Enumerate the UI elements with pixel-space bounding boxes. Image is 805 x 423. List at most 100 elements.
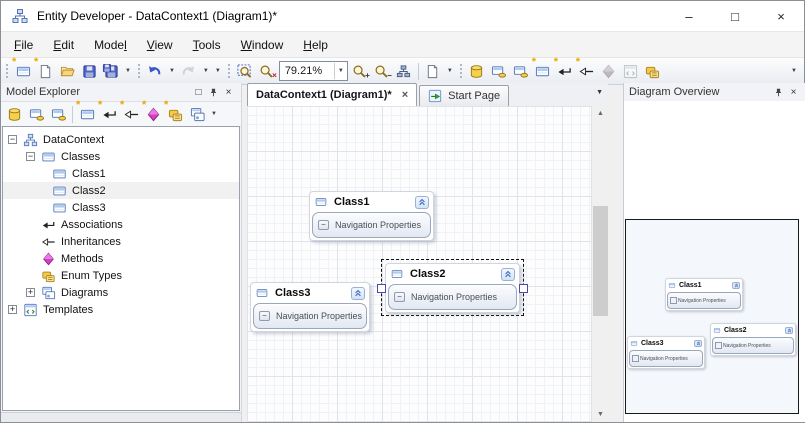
resize-handle-left[interactable] — [377, 284, 386, 293]
undo-dropdown-icon[interactable]: ▼ — [166, 61, 178, 81]
menu-file[interactable]: File — [4, 34, 43, 56]
tab-start-page[interactable]: Start Page — [419, 85, 509, 106]
menu-window[interactable]: Window — [231, 34, 294, 56]
navigation-properties-section[interactable]: − Navigation Properties — [388, 284, 517, 310]
edit-group-overflow-icon[interactable]: ▼ — [212, 61, 224, 81]
overview-content[interactable]: Class1 Navigation Properties Class2 Navi… — [624, 101, 805, 422]
tree-item-classes[interactable]: − Classes — [3, 148, 239, 165]
tree-item-methods[interactable]: Methods — [3, 250, 239, 267]
zoom-cancel-button[interactable]: × — [256, 61, 278, 81]
entity-class2[interactable]: Class2 − Navigation Properties — [385, 263, 520, 313]
tree-item-datacontext[interactable]: − DataContext — [3, 131, 239, 148]
new-inheritance-button[interactable]: * — [120, 104, 142, 124]
diagram-canvas[interactable]: Class1 − Navigation Properties Class2 — [247, 106, 591, 422]
start-page-icon — [428, 89, 442, 103]
entity-class2-selection[interactable]: Class2 − Navigation Properties — [381, 259, 524, 316]
tree-item-class1[interactable]: Class1 — [3, 165, 239, 182]
tab-datacontext1-diagram1[interactable]: DataContext1 (Diagram1)* × — [247, 83, 417, 106]
new-enum-type-button[interactable]: * — [164, 104, 186, 124]
expander-icon[interactable]: + — [26, 288, 35, 297]
menu-model[interactable]: Model — [84, 34, 137, 56]
tab-list-dropdown-icon[interactable]: ▼ — [596, 89, 603, 96]
class-icon — [51, 167, 67, 181]
expander-icon[interactable]: + — [8, 305, 17, 314]
new-association-button[interactable]: * — [554, 61, 576, 81]
menu-help[interactable]: Help — [293, 34, 338, 56]
explorer-toolbar-dropdown-icon[interactable]: ▼ — [208, 104, 220, 124]
undo-button[interactable] — [144, 61, 166, 81]
collapse-button[interactable] — [415, 196, 429, 209]
save-button[interactable] — [78, 61, 100, 81]
navigation-properties-section[interactable]: − Navigation Properties — [253, 303, 367, 329]
panel-close-button[interactable]: × — [786, 85, 801, 99]
overview-viewport-rect[interactable] — [625, 219, 799, 414]
update-database-from-model-button[interactable] — [25, 104, 47, 124]
vertical-scrollbar[interactable]: ▲ ▼ — [591, 106, 609, 422]
expander-icon[interactable]: − — [26, 152, 35, 161]
new-association-button[interactable]: * — [98, 104, 120, 124]
collapse-button[interactable] — [351, 287, 365, 300]
zoom-combo-dropdown-icon[interactable]: ▼ — [334, 63, 347, 79]
new-method-button[interactable]: * — [142, 104, 164, 124]
collapse-section-icon[interactable]: − — [318, 220, 329, 230]
update-database-from-model-button[interactable] — [488, 61, 510, 81]
tree-item-class2[interactable]: Class2 — [3, 182, 239, 199]
auto-layout-button[interactable] — [393, 61, 415, 81]
scroll-down-icon[interactable]: ▼ — [592, 407, 609, 422]
tree-item-enum-types[interactable]: Enum Types — [3, 267, 239, 284]
zoom-group-dropdown-icon[interactable]: ▼ — [444, 61, 456, 81]
redo-dropdown-icon[interactable]: ▼ — [200, 61, 212, 81]
new-inheritance-button[interactable]: * — [576, 61, 598, 81]
entity-class1[interactable]: Class1 − Navigation Properties — [309, 191, 434, 241]
scroll-up-icon[interactable]: ▲ — [592, 106, 609, 121]
new-model-from-database-button[interactable]: * — [34, 61, 56, 81]
generate-database-script-button[interactable] — [47, 104, 69, 124]
zoom-out-button[interactable]: − — [371, 61, 393, 81]
navigation-properties-section[interactable]: − Navigation Properties — [312, 212, 431, 238]
page-setup-button[interactable] — [422, 61, 444, 81]
section-label: Navigation Properties — [335, 220, 421, 230]
model-group-overflow-icon[interactable]: ▼ — [788, 61, 800, 81]
expander-icon[interactable]: − — [8, 135, 17, 144]
tree-item-class3[interactable]: Class3 — [3, 199, 239, 216]
toolbar-grip[interactable] — [227, 63, 231, 79]
entity-class3[interactable]: Class3 − Navigation Properties — [250, 282, 370, 332]
generate-database-script-button[interactable] — [510, 61, 532, 81]
tree-item-diagrams[interactable]: + Diagrams — [3, 284, 239, 301]
update-from-database-button[interactable] — [3, 104, 25, 124]
collapse-section-icon[interactable]: − — [259, 311, 270, 321]
maximize-button[interactable]: □ — [712, 1, 758, 31]
tree-item-inheritances[interactable]: Inheritances — [3, 233, 239, 250]
panel-close-button[interactable]: × — [221, 85, 236, 99]
zoom-region-button[interactable] — [234, 61, 256, 81]
zoom-level-combo[interactable]: 79.21% ▼ — [279, 61, 348, 81]
menu-tools[interactable]: Tools — [183, 34, 231, 56]
close-button[interactable]: × — [758, 1, 804, 31]
zoom-in-button[interactable]: + — [349, 61, 371, 81]
new-enum-type-button[interactable] — [642, 61, 664, 81]
toolbar-grip[interactable] — [137, 63, 141, 79]
toolbar-grip[interactable] — [5, 63, 9, 79]
menu-edit[interactable]: Edit — [43, 34, 84, 56]
minimize-button[interactable]: – — [666, 1, 712, 31]
toolbar-grip[interactable] — [459, 63, 463, 79]
panel-pin-button[interactable] — [206, 85, 221, 99]
diagrams-button[interactable] — [186, 104, 208, 124]
open-model-button[interactable] — [56, 61, 78, 81]
panel-pin-button[interactable] — [771, 85, 786, 99]
file-group-dropdown-icon[interactable]: ▼ — [122, 61, 134, 81]
new-model-button[interactable]: * — [12, 61, 34, 81]
tree-item-templates[interactable]: + Templates — [3, 301, 239, 318]
scrollbar-thumb[interactable] — [593, 206, 608, 316]
update-from-database-button[interactable] — [466, 61, 488, 81]
collapse-button[interactable] — [501, 268, 515, 281]
new-class-button[interactable]: * — [532, 61, 554, 81]
save-all-button[interactable] — [100, 61, 122, 81]
menu-view[interactable]: View — [137, 34, 183, 56]
panel-maximize-button[interactable]: □ — [191, 85, 206, 99]
resize-handle-right[interactable] — [519, 284, 528, 293]
tab-close-icon[interactable]: × — [402, 89, 408, 101]
collapse-section-icon[interactable]: − — [394, 292, 405, 302]
new-class-button[interactable]: * — [76, 104, 98, 124]
tree-item-associations[interactable]: Associations — [3, 216, 239, 233]
